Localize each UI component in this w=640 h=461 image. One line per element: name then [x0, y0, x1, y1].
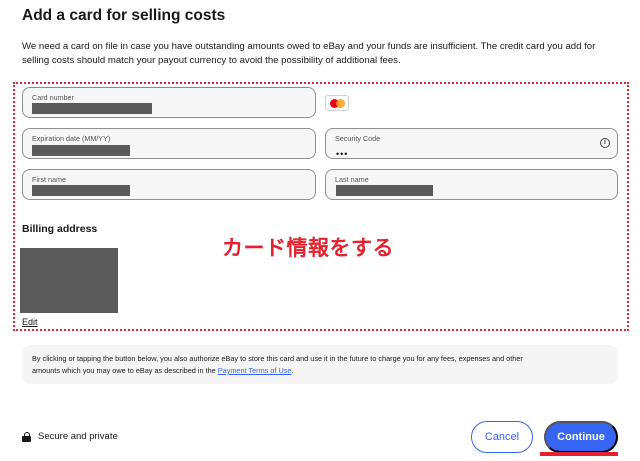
secure-indicator: Secure and private: [22, 431, 118, 442]
expiration-date-field[interactable]: Expiration date (MM/YY): [22, 128, 316, 159]
payment-terms-link[interactable]: Payment Terms of Use: [218, 366, 292, 375]
last-name-redacted: [336, 185, 433, 196]
mastercard-icon: [325, 95, 349, 111]
expiration-date-redacted: [32, 145, 130, 156]
cancel-button[interactable]: Cancel: [471, 421, 533, 453]
card-number-redacted: [32, 103, 152, 114]
security-code-label: Security Code: [335, 134, 381, 143]
billing-address-redacted: [20, 248, 118, 313]
secure-label: Secure and private: [38, 431, 118, 442]
card-number-label: Card number: [32, 93, 74, 102]
consent-text: By clicking or tapping the button below,…: [32, 353, 612, 377]
intro-line-2: selling costs should match your payout c…: [22, 55, 401, 66]
intro-line-1: We need a card on file in case you have …: [22, 41, 596, 52]
billing-address-heading: Billing address: [22, 223, 98, 235]
page-title: Add a card for selling costs: [22, 7, 226, 24]
first-name-field[interactable]: First name: [22, 169, 316, 200]
last-name-label: Last name: [335, 175, 369, 184]
consent-notice: By clicking or tapping the button below,…: [22, 345, 618, 384]
consent-line-2-prefix: amounts which you may owe to eBay as des…: [32, 366, 218, 375]
security-code-value: •••: [336, 149, 349, 159]
intro-text: We need a card on file in case you have …: [22, 40, 622, 68]
security-code-field[interactable]: Security Code •••: [325, 128, 618, 159]
expiration-date-label: Expiration date (MM/YY): [32, 134, 111, 143]
first-name-redacted: [32, 185, 130, 196]
continue-button[interactable]: Continue: [544, 421, 618, 453]
consent-line-2-suffix: .: [291, 366, 294, 375]
edit-address-link[interactable]: Edit: [22, 317, 38, 327]
consent-line-1: By clicking or tapping the button below,…: [32, 354, 523, 363]
first-name-label: First name: [32, 175, 66, 184]
annotation-underline: [540, 452, 618, 456]
card-number-field[interactable]: Card number: [22, 87, 316, 118]
info-icon[interactable]: i: [600, 138, 610, 148]
lock-icon: [22, 431, 31, 442]
last-name-field[interactable]: Last name: [325, 169, 618, 200]
annotation-overlay-text: カード情報をする: [222, 236, 394, 260]
